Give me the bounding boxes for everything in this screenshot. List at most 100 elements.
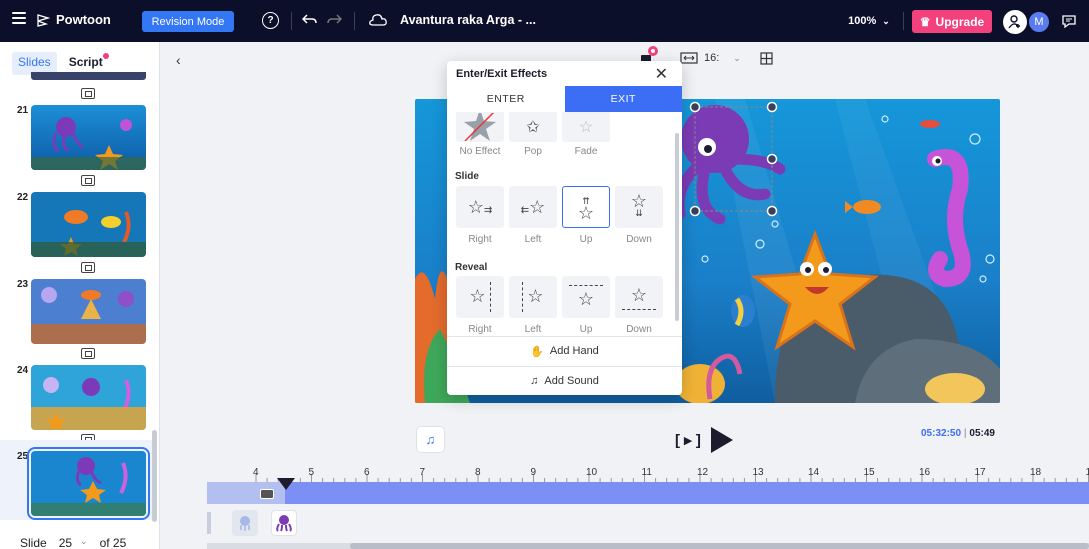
zoom-select[interactable]: 100% ⌄ (843, 11, 895, 31)
undo-icon[interactable] (302, 13, 318, 27)
time-display: 05:32:50 | 05:49 (921, 428, 995, 439)
brand-name: Powtoon (56, 12, 111, 27)
player-controls: [ ▸ ] (675, 427, 733, 453)
effect-reveal-up[interactable]: ☆ (562, 276, 610, 318)
effect-label: Pop (524, 146, 542, 157)
play-icon[interactable] (710, 427, 733, 453)
slide-number: 22 (17, 192, 29, 203)
effect-slide-down[interactable]: ☆ ⇊ (615, 186, 663, 228)
add-sound-label: Add Sound (544, 375, 599, 387)
comments-icon[interactable] (1060, 13, 1078, 29)
effect-slide-left[interactable]: ⇇☆ (509, 186, 557, 228)
powtoon-logo-icon (37, 13, 50, 27)
effect-pop[interactable]: ✩ (509, 112, 557, 142)
timeline-object-jellyfish[interactable] (232, 510, 258, 536)
trim-handle[interactable] (260, 489, 274, 499)
effect-fade[interactable]: ☆ (562, 112, 610, 142)
sidebar-scrollbar[interactable] (152, 430, 157, 522)
slide-thumbnail-23[interactable] (31, 279, 146, 344)
timeline-scrollbar-thumb[interactable] (350, 543, 1089, 549)
effects-tabs: ENTER EXIT (447, 86, 682, 112)
reveal-up-star-icon: ☆ (569, 284, 603, 310)
tab-enter[interactable]: ENTER (447, 86, 565, 112)
upgrade-button[interactable]: ♛ Upgrade (912, 10, 992, 33)
tick-label: 12 (697, 467, 709, 478)
effect-label: Down (626, 324, 652, 335)
chevron-down-icon: ⌄ (882, 15, 890, 26)
slide-current-select[interactable]: 25 ⌄ (59, 536, 88, 549)
no-effect-star-icon (464, 113, 496, 141)
grid-icon[interactable] (760, 52, 773, 68)
chevron-down-icon: ⌄ (733, 52, 741, 63)
timeline-track-fill[interactable] (285, 482, 1089, 504)
tick-label: 11 (641, 467, 652, 478)
fade-star-icon: ☆ (578, 119, 594, 136)
music-note-icon: ♫ (530, 375, 539, 387)
effect-reveal-left[interactable]: ☆ (509, 276, 557, 318)
close-icon[interactable]: ✕ (655, 64, 668, 84)
upgrade-label: Upgrade (935, 14, 985, 29)
effect-label: Fade (574, 146, 598, 157)
slide-thumbnail-25[interactable] (27, 447, 150, 520)
slide-label: Slide (20, 536, 47, 549)
slide-number: 21 (17, 105, 29, 116)
slides-sidebar: Slides Script 21 22 23 24 25 Slide 25 ⌄ … (0, 42, 160, 549)
slide-total: of 25 (99, 536, 127, 549)
chevron-down-icon: ⌄ (80, 536, 88, 546)
aspect-ratio-select[interactable]: 16: ⌄ (680, 52, 741, 64)
play-scene-button[interactable]: [ ▸ ] (675, 431, 701, 449)
effect-label: Right (468, 234, 492, 245)
add-collaborator-icon[interactable] (1003, 10, 1027, 34)
slide-down-star-icon: ☆ ⇊ (630, 191, 648, 218)
revision-mode-button[interactable]: Revision Mode (142, 11, 234, 32)
pop-star-icon: ✩ (526, 119, 540, 136)
panel-title: Enter/Exit Effects (456, 68, 548, 80)
music-button[interactable]: ♫ (416, 426, 445, 453)
tick-label: 8 (475, 467, 481, 478)
transition-icon[interactable] (81, 262, 95, 273)
timeline-object-octopus[interactable] (271, 510, 297, 536)
redo-icon[interactable] (326, 13, 342, 27)
presentation-title[interactable]: Avantura raka Arga - ... (400, 13, 536, 27)
tick-label: 7 (419, 467, 426, 478)
transition-icon[interactable] (81, 88, 95, 99)
effect-no-effect[interactable] (456, 112, 504, 142)
effect-label: Up (579, 234, 593, 245)
tick-label: 19 (1085, 467, 1089, 478)
slide-thumbnail-partial[interactable] (31, 72, 146, 80)
collapse-sidebar-icon[interactable]: ‹ (176, 52, 181, 68)
slide-number: 25 (17, 451, 29, 462)
slide-thumbnail-24[interactable] (31, 365, 146, 430)
aspect-ratio-value: 16: (704, 52, 720, 64)
section-title-slide: Slide (455, 171, 479, 182)
transition-icon[interactable] (81, 348, 95, 359)
reveal-right-star-icon: ☆ (469, 282, 491, 312)
slide-thumbnail-21[interactable] (31, 105, 146, 170)
add-sound-button[interactable]: ♫ Add Sound (447, 366, 682, 395)
menu-icon[interactable] (12, 11, 26, 25)
effect-slide-up[interactable]: ⇈ ☆ (562, 186, 610, 228)
add-hand-button[interactable]: ✋ Add Hand (447, 336, 682, 365)
panel-scrollbar[interactable] (675, 133, 679, 321)
user-avatar[interactable]: M (1027, 10, 1051, 34)
effect-reveal-right[interactable]: ☆ (456, 276, 504, 318)
transition-icon[interactable] (81, 175, 95, 186)
slide-number: 23 (17, 279, 29, 290)
slide-thumbnail-22[interactable] (31, 192, 146, 257)
tick-label: 14 (808, 467, 820, 478)
reveal-down-star-icon: ☆ (622, 285, 656, 310)
slide-up-star-icon: ⇈ ☆ (577, 196, 595, 223)
tab-exit[interactable]: EXIT (564, 86, 682, 112)
effect-reveal-down[interactable]: ☆ (615, 276, 663, 318)
playhead[interactable] (277, 478, 295, 490)
notification-dot (102, 53, 109, 59)
help-icon[interactable]: ? (262, 12, 279, 29)
tick-label: 13 (752, 467, 764, 478)
tick-label: 4 (253, 467, 259, 478)
brand-logo[interactable]: Powtoon (36, 12, 111, 27)
effect-label: Down (626, 234, 652, 245)
effect-label: Up (579, 324, 593, 335)
effect-label: Left (524, 234, 542, 245)
cloud-save-icon[interactable] (368, 13, 388, 27)
effect-slide-right[interactable]: ☆⇉ (456, 186, 504, 228)
